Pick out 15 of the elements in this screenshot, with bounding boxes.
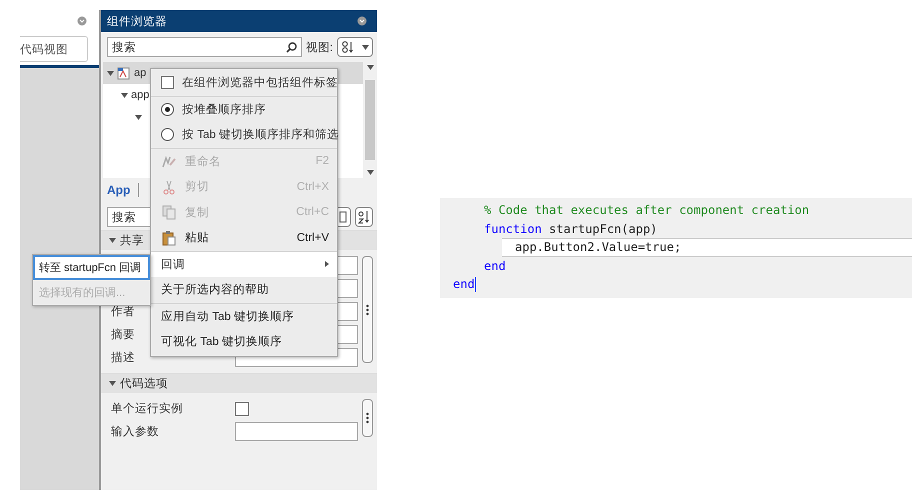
code-line: function startupFcn(app) (483, 220, 658, 238)
property-label: 描述 (111, 352, 135, 364)
property-label: 摘要 (111, 329, 135, 341)
shortcut-label: Ctrl+C (296, 206, 329, 218)
code-line: % Code that executes after component creation (483, 202, 810, 220)
property-label: 单个运行实例 (111, 403, 183, 415)
shortcut-label: Ctrl+V (296, 232, 329, 244)
property-label: 输入参数 (111, 426, 159, 438)
panel-title: 组件浏览器 (107, 14, 167, 28)
shortcut-label: Ctrl+X (296, 180, 329, 193)
view-label: 视图: (306, 40, 333, 54)
code-line: end (452, 276, 477, 294)
shortcut-label: F2 (316, 155, 329, 168)
property-label: 作者 (111, 306, 135, 318)
code-line: end (483, 258, 507, 275)
